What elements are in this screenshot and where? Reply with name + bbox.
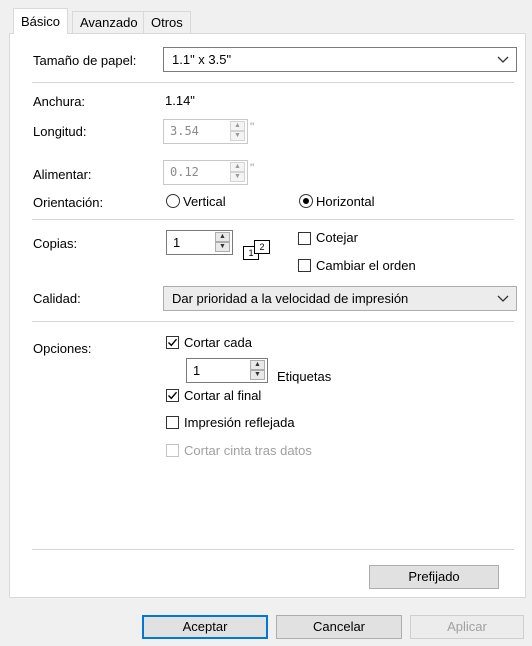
- chevron-down-icon: [497, 56, 509, 63]
- cut-at-end-checkbox[interactable]: [166, 389, 179, 402]
- orientation-vertical-label[interactable]: Vertical: [183, 194, 226, 209]
- cut-every-up-button[interactable]: ▲: [250, 360, 265, 370]
- divider: [32, 549, 514, 550]
- options-label: Opciones:: [33, 341, 92, 356]
- default-button[interactable]: Prefijado: [369, 565, 499, 589]
- cut-every-checkbox[interactable]: [166, 336, 179, 349]
- paper-size-value: 1.1" x 3.5": [172, 52, 232, 67]
- ok-button[interactable]: Aceptar: [142, 615, 268, 639]
- width-label: Anchura:: [33, 94, 86, 109]
- paper-size-label: Tamaño de papel:: [33, 53, 137, 68]
- collate-label[interactable]: Cotejar: [316, 230, 358, 245]
- collate-pages-icon: 1 2: [243, 240, 273, 260]
- cancel-button[interactable]: Cancelar: [276, 615, 402, 639]
- copies-value: 1: [173, 235, 181, 250]
- cut-every-label[interactable]: Cortar cada: [184, 335, 252, 350]
- copies-label: Copias:: [33, 236, 78, 251]
- width-value: 1.14": [165, 93, 195, 108]
- length-label: Longitud:: [33, 124, 87, 139]
- paper-size-select[interactable]: 1.1" x 3.5": [163, 47, 517, 72]
- collate-checkbox[interactable]: [298, 232, 311, 245]
- copies-spinbox[interactable]: 1 ▲ ▼: [166, 230, 233, 255]
- divider: [32, 82, 514, 83]
- length-spinbox: 3.54 ▲ ▼: [163, 119, 248, 144]
- copies-down-button[interactable]: ▼: [215, 242, 230, 252]
- reverse-order-label[interactable]: Cambiar el orden: [316, 258, 416, 273]
- feed-down-button: ▼: [230, 172, 245, 182]
- tab-avanzado[interactable]: Avanzado: [72, 11, 146, 33]
- cut-tape-checkbox: [166, 444, 179, 457]
- labels-unit: Etiquetas: [277, 369, 332, 384]
- tab-basico[interactable]: Básico: [13, 8, 69, 34]
- tab-otros[interactable]: Otros: [143, 11, 191, 33]
- orientation-label: Orientación:: [33, 195, 104, 210]
- quality-select[interactable]: Dar prioridad a la velocidad de impresió…: [163, 286, 517, 311]
- cut-every-spinbox[interactable]: 1 ▲ ▼: [186, 358, 268, 383]
- orientation-vertical-radio[interactable]: [166, 194, 180, 208]
- divider: [32, 321, 514, 322]
- cut-tape-label: Cortar cinta tras datos: [184, 443, 312, 458]
- quality-value: Dar prioridad a la velocidad de impresió…: [172, 291, 409, 306]
- apply-button: Aplicar: [410, 615, 524, 639]
- radio-selected-dot: [303, 198, 309, 204]
- feed-unit: ": [250, 161, 255, 175]
- length-unit: ": [250, 120, 255, 134]
- cut-every-value: 1: [193, 363, 201, 378]
- orientation-horizontal-label[interactable]: Horizontal: [316, 194, 375, 209]
- length-up-button: ▲: [230, 121, 245, 131]
- page-icon-2: 2: [254, 240, 270, 254]
- feed-spinbox: 0.12 ▲ ▼: [163, 160, 248, 185]
- checkmark-icon: [168, 391, 178, 400]
- cut-at-end-label[interactable]: Cortar al final: [184, 388, 261, 403]
- quality-label: Calidad:: [33, 291, 81, 306]
- feed-label: Alimentar:: [33, 167, 92, 182]
- feed-up-button: ▲: [230, 162, 245, 172]
- length-value: 3.54: [170, 124, 199, 138]
- copies-up-button[interactable]: ▲: [215, 232, 230, 242]
- mirror-print-checkbox[interactable]: [166, 416, 179, 429]
- orientation-horizontal-radio[interactable]: [299, 194, 313, 208]
- length-down-button: ▼: [230, 131, 245, 141]
- divider: [32, 219, 514, 220]
- chevron-down-icon: [497, 295, 509, 302]
- checkmark-icon: [168, 338, 178, 347]
- feed-value: 0.12: [170, 165, 199, 179]
- mirror-print-label[interactable]: Impresión reflejada: [184, 415, 295, 430]
- tab-panel-basico: [9, 33, 526, 598]
- reverse-order-checkbox[interactable]: [298, 259, 311, 272]
- cut-every-down-button[interactable]: ▼: [250, 370, 265, 380]
